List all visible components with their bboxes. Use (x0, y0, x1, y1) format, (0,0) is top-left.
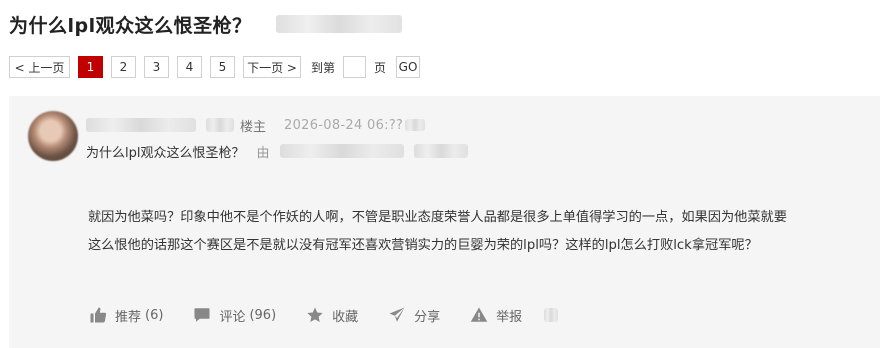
post-subject: 为什么lpl观众这么恨圣枪？ (86, 145, 245, 161)
recommend-button[interactable]: 推荐 (6) (89, 306, 163, 325)
post-card: 楼主 2026-08-24 06:?? 为什么lpl观众这么恨圣枪？ 由 就因为… (9, 96, 880, 348)
share-icon (389, 307, 405, 322)
recommend-count: (6) (145, 307, 164, 323)
post-content: 就因为他菜吗？印象中他不是个作妖的人啊，不管是职业态度荣誉人品都是很多上单值得学… (88, 204, 858, 260)
redacted-username[interactable] (86, 118, 196, 132)
post-content-line: 这么恨他的话那这个赛区是不是就以没有冠军还喜欢营销实力的巨婴为荣的lpl吗？这样… (88, 238, 758, 253)
thread-header: 为什么lpl观众这么恨圣枪？ (9, 9, 402, 39)
post-meta: 楼主 2026-08-24 06:?? (86, 116, 426, 135)
redacted-action (544, 308, 559, 322)
star-icon (307, 307, 323, 323)
redacted-time (405, 119, 426, 131)
page-button-2[interactable]: 2 (111, 56, 136, 78)
redacted-title-info (275, 15, 402, 33)
report-button[interactable]: 举报 (470, 306, 522, 325)
comment-button[interactable]: 评论 (96) (193, 306, 276, 325)
page-button-3[interactable]: 3 (144, 56, 169, 78)
redacted-user-level (206, 118, 234, 132)
favorite-button[interactable]: 收藏 (306, 306, 358, 325)
redacted-source[interactable] (279, 144, 404, 158)
owner-badge: 楼主 (240, 119, 267, 135)
redacted-source-extra (413, 144, 468, 158)
goto-prefix-label: 到第 (311, 60, 336, 75)
go-button[interactable]: GO (396, 56, 421, 78)
comment-label: 评论 (219, 309, 246, 325)
report-label: 举报 (496, 309, 523, 325)
post-subject-row: 为什么lpl观众这么恨圣枪？ 由 (86, 142, 468, 161)
pagination: < 上一页 1 2 3 4 5 下一页 > 到第 页 GO (9, 55, 421, 79)
post-date: 2026-08-24 06:?? (284, 117, 404, 133)
page-button-1[interactable]: 1 (78, 56, 103, 78)
goto-page-input[interactable] (343, 56, 367, 78)
share-label: 分享 (414, 309, 441, 325)
avatar[interactable] (28, 111, 78, 161)
thumbs-up-icon (90, 307, 107, 323)
page-button-4[interactable]: 4 (177, 56, 202, 78)
favorite-label: 收藏 (332, 309, 359, 325)
comment-count: (96) (249, 307, 277, 323)
post-content-line: 就因为他菜吗？印象中他不是个作妖的人啊，不管是职业态度荣誉人品都是很多上单值得学… (88, 210, 787, 225)
post-actions: 推荐 (6) 评论 (96) 收藏 分享 举报 (89, 303, 559, 327)
by-label: 由 (256, 145, 270, 161)
comment-icon (194, 308, 210, 322)
prev-page-button[interactable]: < 上一页 (9, 56, 70, 78)
page-button-5[interactable]: 5 (210, 56, 235, 78)
share-button[interactable]: 分享 (388, 306, 440, 325)
warning-icon (470, 307, 488, 322)
recommend-label: 推荐 (115, 309, 142, 325)
next-page-button[interactable]: 下一页 > (243, 56, 301, 78)
page-title: 为什么lpl观众这么恨圣枪？ (9, 14, 252, 37)
goto-suffix-label: 页 (374, 60, 387, 75)
